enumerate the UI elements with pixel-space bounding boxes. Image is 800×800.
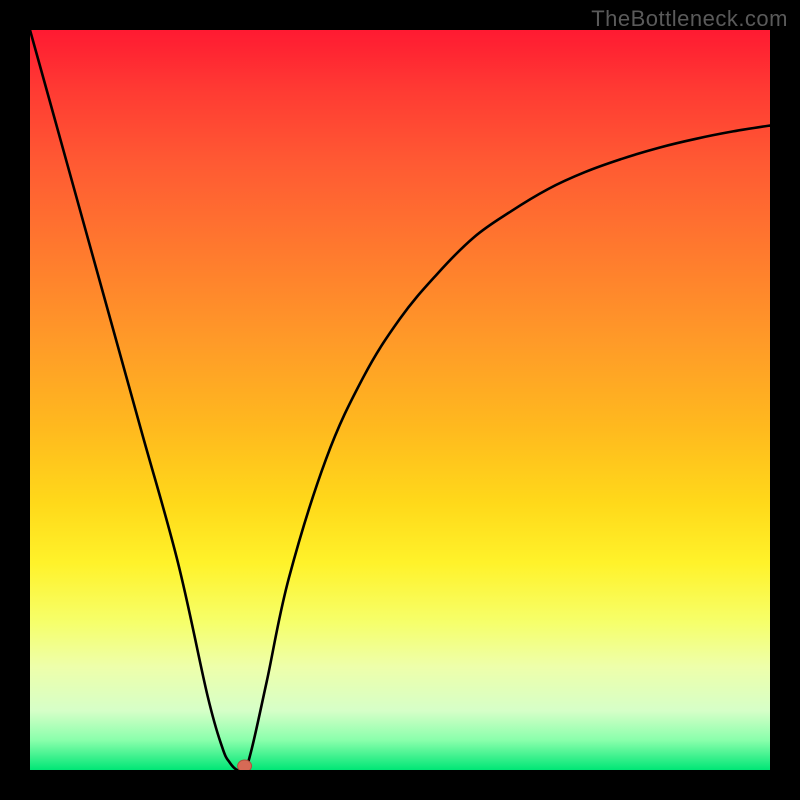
watermark-text: TheBottleneck.com [591, 6, 788, 32]
bottleneck-curve [30, 30, 770, 770]
optimal-point-marker [238, 760, 252, 770]
curve-layer [30, 30, 770, 770]
plot-area [30, 30, 770, 770]
chart-frame: TheBottleneck.com [0, 0, 800, 800]
